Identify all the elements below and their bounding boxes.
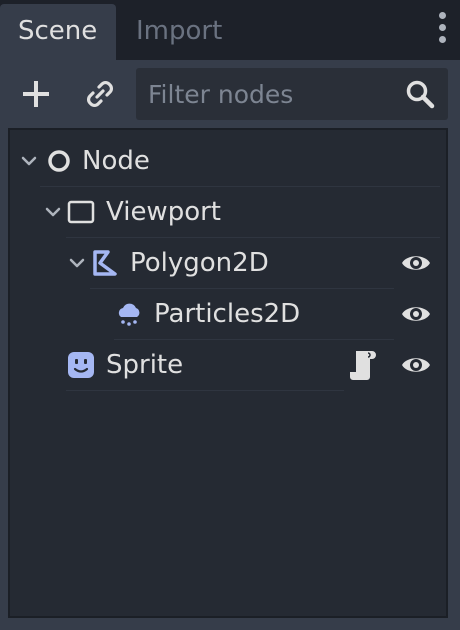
script-icon[interactable] xyxy=(348,348,378,382)
tree-item-node[interactable]: Node xyxy=(10,136,446,187)
chevron-down-icon[interactable] xyxy=(44,203,62,221)
link-icon xyxy=(87,81,113,107)
tree-item-polygon2d[interactable]: Polygon2D xyxy=(10,238,446,289)
polygon2d-icon xyxy=(93,250,117,276)
tree-item-viewport[interactable]: Viewport xyxy=(10,187,446,238)
tab-import[interactable]: Import xyxy=(118,4,258,60)
add-node-button[interactable] xyxy=(14,72,58,116)
visibility-eye-icon[interactable] xyxy=(400,351,432,379)
tree-item-sprite[interactable]: Sprite xyxy=(10,340,446,391)
instance-scene-button[interactable] xyxy=(78,72,122,116)
tree-item-label: Sprite xyxy=(106,350,184,380)
filter-nodes-field[interactable] xyxy=(136,68,448,120)
filter-nodes-input[interactable] xyxy=(136,68,420,120)
tree-item-label: Node xyxy=(82,146,150,176)
tree-item-label: Particles2D xyxy=(154,299,301,329)
dock-tab-bar: Scene Import xyxy=(0,0,460,60)
visibility-eye-icon[interactable] xyxy=(400,249,432,277)
dock-menu-icon[interactable] xyxy=(434,12,450,48)
chevron-down-icon[interactable] xyxy=(20,152,38,170)
visibility-eye-icon[interactable] xyxy=(400,300,432,328)
scene-tree[interactable]: Node Viewport Polygon2D Particles2D Spri… xyxy=(8,128,448,618)
sprite-icon xyxy=(68,352,94,378)
tab-scene[interactable]: Scene xyxy=(0,4,116,60)
particles2d-icon xyxy=(118,303,140,326)
chevron-down-icon[interactable] xyxy=(68,254,86,272)
plus-icon xyxy=(23,81,49,107)
viewport-icon xyxy=(67,200,95,224)
tree-item-particles2d[interactable]: Particles2D xyxy=(10,289,446,340)
tree-item-label: Polygon2D xyxy=(130,248,269,278)
scene-dock: Scene Import Filter nodes Node Viewport … xyxy=(0,0,460,630)
node-circle-icon xyxy=(48,150,70,172)
search-icon xyxy=(406,80,435,109)
tree-item-label: Viewport xyxy=(106,197,221,227)
